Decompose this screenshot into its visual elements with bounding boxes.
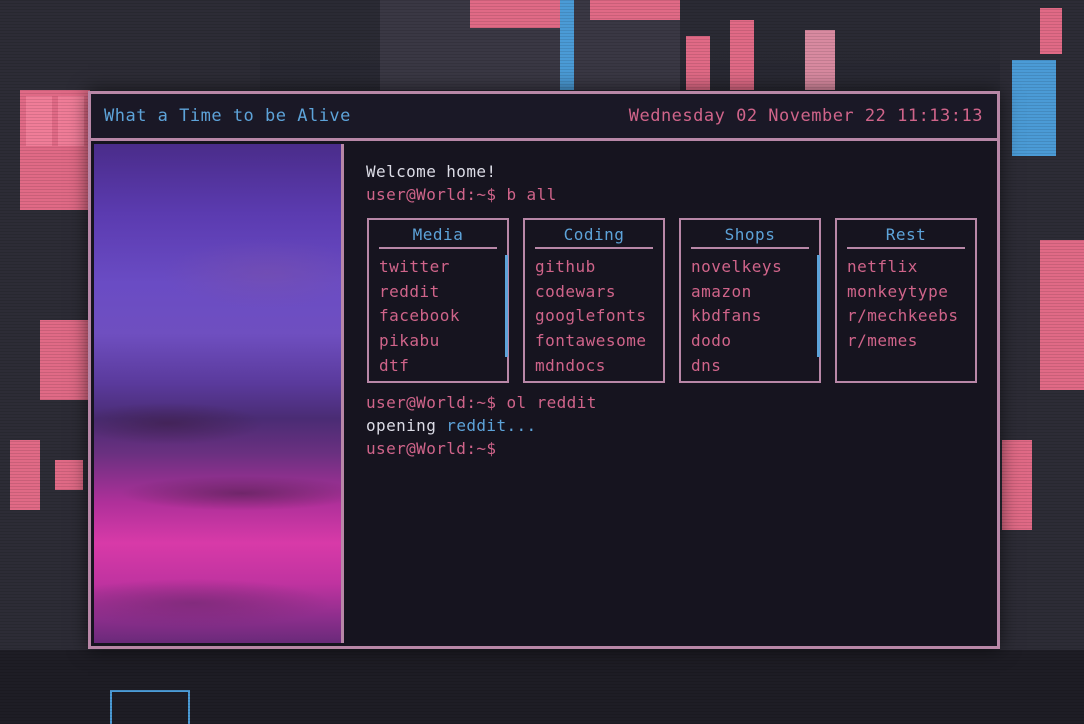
status-word: opening [366, 416, 437, 435]
command-text: b all [506, 185, 557, 204]
scrollbar[interactable] [817, 255, 820, 357]
bookmark-link-dtf[interactable]: dtf [379, 354, 497, 379]
category-title: Coding [535, 225, 653, 249]
category-title: Rest [847, 225, 965, 249]
category-rest: Rest netflix monkeytype r/mechkeebs r/me… [835, 218, 977, 383]
bookmark-link-twitter[interactable]: twitter [379, 255, 497, 280]
bookmark-link-netflix[interactable]: netflix [847, 255, 965, 280]
bookmark-link-monkeytype[interactable]: monkeytype [847, 280, 965, 305]
bookmark-link-mechkeebs[interactable]: r/mechkeebs [847, 304, 965, 329]
status-target: reddit... [446, 416, 537, 435]
prompt: user@World:~$ [366, 439, 497, 458]
bookmark-link-reddit[interactable]: reddit [379, 280, 497, 305]
bookmark-link-kbdfans[interactable]: kbdfans [691, 304, 809, 329]
command-line[interactable]: user@World:~$ [366, 437, 982, 460]
command-line: user@World:~$ ol reddit [366, 391, 982, 414]
scrollbar[interactable] [505, 255, 508, 357]
bookmark-link-googlefonts[interactable]: googlefonts [535, 304, 653, 329]
datetime-display: Wednesday 02 November 22 11:13:13 [628, 106, 983, 126]
terminal-output: Welcome home! user@World:~$ b all [366, 160, 982, 206]
title-bar: What a Time to be Alive Wednesday 02 Nov… [91, 94, 997, 141]
prompt: user@World:~$ [366, 185, 497, 204]
startpage-window: What a Time to be Alive Wednesday 02 Nov… [88, 91, 1000, 649]
bookmark-link-github[interactable]: github [535, 255, 653, 280]
bookmark-link-fontawesome[interactable]: fontawesome [535, 329, 653, 354]
category-media: Media twitter reddit facebook pikabu dtf [367, 218, 509, 383]
bookmark-link-novelkeys[interactable]: novelkeys [691, 255, 809, 280]
command-line: user@World:~$ b all [366, 183, 982, 206]
terminal-output-lower: user@World:~$ ol reddit opening reddit..… [366, 391, 982, 460]
status-line: opening reddit... [366, 414, 982, 437]
category-title: Shops [691, 225, 809, 249]
command-text: ol reddit [506, 393, 597, 412]
window-title: What a Time to be Alive [104, 106, 351, 126]
bookmark-link-memes[interactable]: r/memes [847, 329, 965, 354]
bookmark-link-pikabu[interactable]: pikabu [379, 329, 497, 354]
category-coding: Coding github codewars googlefonts fonta… [523, 218, 665, 383]
bookmark-groups: Media twitter reddit facebook pikabu dtf… [367, 218, 977, 383]
category-shops: Shops novelkeys amazon kbdfans dodo dns [679, 218, 821, 383]
bookmark-link-amazon[interactable]: amazon [691, 280, 809, 305]
sunset-sky-image [94, 144, 344, 643]
bookmark-link-dodo[interactable]: dodo [691, 329, 809, 354]
bookmark-link-mdndocs[interactable]: mdndocs [535, 354, 653, 379]
bookmark-link-codewars[interactable]: codewars [535, 280, 653, 305]
greeting-line: Welcome home! [366, 162, 497, 181]
bookmark-link-facebook[interactable]: facebook [379, 304, 497, 329]
bookmark-link-dns[interactable]: dns [691, 354, 809, 379]
prompt: user@World:~$ [366, 393, 497, 412]
category-title: Media [379, 225, 497, 249]
